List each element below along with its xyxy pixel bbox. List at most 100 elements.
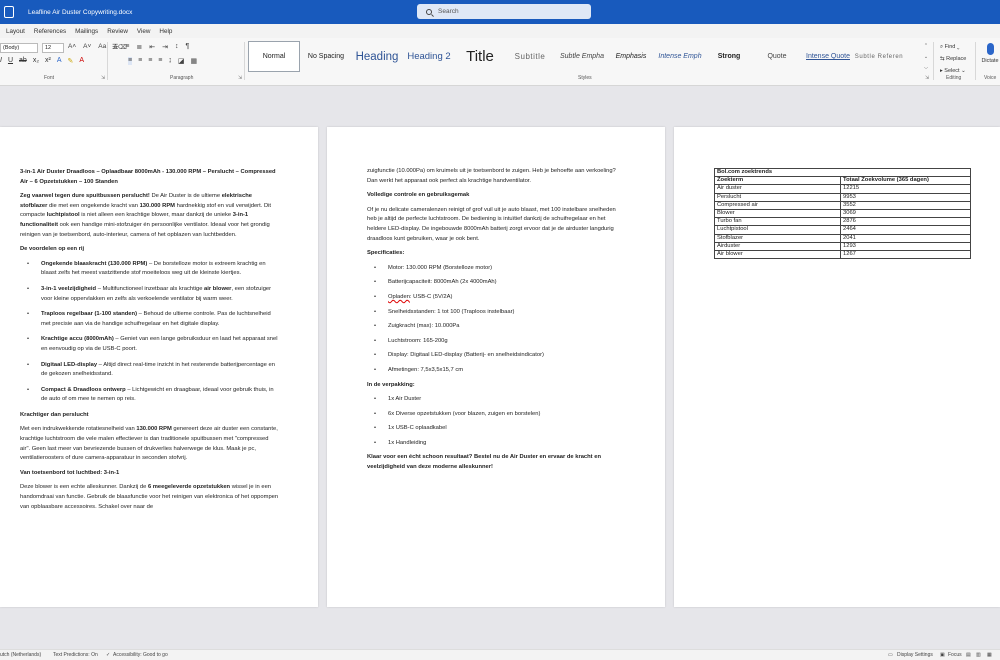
style-no-spacing[interactable]: No Spacing [300,41,352,72]
sort-icon[interactable]: ↕ [175,43,179,51]
search-box[interactable] [417,4,591,19]
section-heading: Krachtiger dan perslucht [20,411,89,418]
more-styles-icon[interactable]: ⌵ [922,63,930,74]
paragraph-tools: ☰ ≡ ≣ ⇤ ⇥ ↕ ¶ [112,43,189,51]
tab-layout[interactable]: Layout [6,28,25,35]
borders-icon[interactable]: ▦ [191,57,198,65]
superscript-icon[interactable]: x² [45,57,51,65]
find-button[interactable]: ⌕ Find ⌄ [940,41,966,53]
benefits-heading: De voordelen op een rij [20,246,85,253]
strikethrough-icon[interactable]: ab [19,57,27,65]
focus-icon: ▣ [940,652,945,658]
style-intense-quote[interactable]: Intense Quote [802,41,854,72]
product-title: 3-in-1 Air Duster Draadloos – Oplaadbaar… [20,169,276,185]
list-item: Compact & Draadloos ontwerp – Lichtgewic… [20,386,280,405]
table-cell: 2041 [840,233,971,243]
underline-icon[interactable]: U [8,57,13,65]
voice-group-label: Voice [984,75,997,81]
style-intense-emphasis[interactable]: Intense Emph [654,41,706,72]
list-item: Afmetingen: 7,5x3,5x15,7 cm [367,366,621,376]
focus-button[interactable]: Focus [948,652,962,658]
tab-help[interactable]: Help [159,28,172,35]
status-bar: utch (Netherlands) Text Predictions: On … [0,649,1000,660]
table-row: Compressed air 3552 [714,200,971,210]
paragraph-group-label: Paragraph [170,75,194,81]
font-dialog-launcher-icon[interactable]: ⇲ [101,75,105,81]
page-1[interactable]: 3-in-1 Air Duster Draadloos – Oplaadbaar… [0,127,318,607]
continued-paragraph: zuigfunctie (10.000Pa) om kruimels uit j… [367,168,616,184]
text-predictions-status[interactable]: Text Predictions: On [53,652,98,658]
style-strong[interactable]: Strong [706,41,752,72]
editing-group-label: Editing [946,75,962,81]
align-center-icon[interactable]: ≡ [138,57,142,65]
tab-review[interactable]: Review [107,28,128,35]
subscript-icon[interactable]: x₂ [33,57,39,65]
table-row: Perslucht 9953 [714,192,971,202]
ribbon-tabs: Layout References Mailings Review View H… [0,24,1000,38]
divider [933,42,934,80]
scroll-up-icon[interactable]: ⌃ [922,41,930,52]
decrease-indent-icon[interactable]: ⇤ [149,43,155,51]
align-right-icon[interactable]: ≡ [148,57,152,65]
language-status[interactable]: utch (Netherlands) [0,652,41,658]
find-label: Find [944,44,956,50]
increase-indent-icon[interactable]: ⇥ [162,43,168,51]
font-name-select[interactable]: (Body) [0,43,38,53]
table-title-row: Bol.com zoektrends [714,167,971,178]
column-header: Zoekterm [714,176,841,186]
table-cell: 2876 [840,217,971,227]
style-heading-2[interactable]: Heading 2 [402,41,456,72]
replace-button[interactable]: ⇆ Replace [940,53,966,65]
section-paragraph: Deze blower is een echte alleskunner. Da… [20,484,279,510]
bullets-icon[interactable]: ☰ [112,43,118,51]
search-input[interactable] [438,8,578,15]
box-contents-heading: In de verpakking: [367,381,415,388]
highlight-icon[interactable]: ✎ [68,57,74,65]
web-layout-icon[interactable]: ▦ [987,652,992,658]
style-title[interactable]: Title [456,41,504,72]
styles-dialog-launcher-icon[interactable]: ⇲ [925,75,929,81]
justify-icon[interactable]: ≡ [158,57,162,65]
paragraph-dialog-launcher-icon[interactable]: ⇲ [238,75,242,81]
shrink-font-icon[interactable]: A˅ [83,43,91,51]
specs-list: Motor: 130.000 RPM (Borstelloze motor) B… [367,264,621,376]
print-layout-icon[interactable]: ▥ [976,652,981,658]
accessibility-status[interactable]: Accessibility: Good to go [113,652,168,658]
spelling-error[interactable]: Opladen [388,294,410,300]
dictate-button[interactable]: Dictate [980,41,1000,64]
page-2[interactable]: zuigfunctie (10.000Pa) om kruimels uit j… [327,127,665,607]
styles-gallery: Normal No Spacing Heading Heading 2 Titl… [248,41,930,74]
style-subtle-reference[interactable]: Subtle Referen [854,41,904,72]
line-spacing-icon[interactable]: ↨ [168,57,172,65]
style-normal[interactable]: Normal [248,41,300,72]
grow-font-icon[interactable]: A˄ [68,43,76,51]
font-color-icon[interactable]: A [79,57,84,65]
shading-icon[interactable]: ◪ [178,57,185,65]
style-emphasis[interactable]: Emphasis [608,41,654,72]
style-subtitle[interactable]: Subtitle [504,41,556,72]
style-subtle-emphasis[interactable]: Subtle Empha [556,41,608,72]
column-header: Totaal Zoekvolume (365 dagen) [840,176,971,186]
section-heading: Volledige controle en gebruiksgemak [367,192,470,199]
tab-mailings[interactable]: Mailings [75,28,98,35]
read-mode-icon[interactable]: ▤ [966,652,971,658]
change-case-icon[interactable]: Aa [98,43,106,51]
text-effects-icon[interactable]: A [57,57,62,65]
table-cell: 2464 [840,225,971,235]
show-marks-icon[interactable]: ¶ [186,43,190,51]
align-left-icon[interactable]: ≡ [128,57,133,65]
display-settings-button[interactable]: Display Settings [897,652,933,658]
style-heading-1[interactable]: Heading [352,41,402,72]
font-size-select[interactable]: 12 [42,43,64,53]
tab-references[interactable]: References [34,28,66,35]
benefits-list: Ongekende blaaskracht (130.000 RPM) – De… [20,260,280,405]
table-row: Stofblazer 2041 [714,233,971,243]
italic-icon[interactable]: I [0,57,2,65]
style-quote[interactable]: Quote [752,41,802,72]
scroll-down-icon[interactable]: ⌄ [922,52,930,63]
multilevel-icon[interactable]: ≣ [136,43,142,51]
tab-view[interactable]: View [137,28,151,35]
table-row: Airduster 1293 [714,241,971,251]
numbering-icon[interactable]: ≡ [125,43,129,51]
page-3[interactable]: Bol.com zoektrends Zoekterm Totaal Zoekvo… [674,127,1000,607]
